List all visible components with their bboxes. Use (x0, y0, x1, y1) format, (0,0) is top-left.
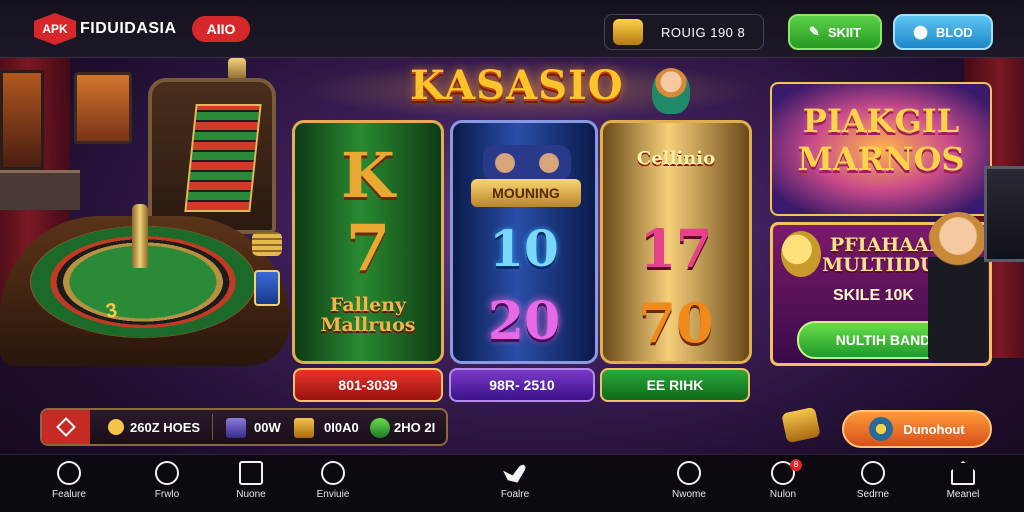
refresh-icon (321, 461, 345, 485)
treasure-chest-icon[interactable] (781, 406, 821, 444)
nav-item-frwlo[interactable]: Frwlo (132, 461, 202, 509)
coin-icon (108, 419, 124, 435)
timer-icon (861, 461, 885, 485)
reel-banner: MOUNING (471, 179, 581, 207)
nav-label: Nulon (769, 489, 797, 500)
logo-text: APK (42, 22, 68, 36)
reel-symbol: Cellinio (636, 148, 716, 169)
chip-stack-icon (252, 232, 282, 256)
slot-reel-3[interactable]: Cellinio 17 70 (600, 120, 752, 364)
reel-3-bet-button[interactable]: EE RIHK (600, 368, 750, 402)
roulette-board (184, 104, 262, 212)
reel-symbol: 70 (638, 291, 714, 355)
blod-button[interactable]: ⬤ BLOD (893, 14, 993, 50)
arcade-screen (74, 72, 132, 144)
cube-icon (226, 418, 246, 438)
nav-item-enviuie[interactable]: Enviuie (298, 461, 368, 509)
skiit-button-label: SKIIT (827, 24, 862, 40)
nav-label: Foalre (500, 489, 530, 500)
bird-icon (503, 463, 527, 483)
reel-symbol: 17 (639, 219, 713, 280)
machine-console (0, 170, 80, 210)
clock-icon (677, 461, 701, 485)
top-bar: APK FIDUIDASIA AIIO ROUIG 190 8 ✎ SKIIT … (0, 0, 1024, 58)
wallet-balance[interactable]: ROUIG 190 8 (604, 14, 764, 50)
reel-symbol: K (341, 139, 395, 212)
blod-button-label: BLOD (935, 24, 973, 40)
host-avatar (928, 212, 988, 362)
nav-item-nuone[interactable]: Nuone (216, 461, 286, 509)
gem-icon (370, 418, 390, 438)
casino-app: APK FIDUIDASIA AIIO ROUIG 190 8 ✎ SKIIT … (0, 0, 1024, 512)
slot-reel-2[interactable]: MOUNING 10 20 (450, 120, 598, 364)
promo-banner-1[interactable]: PIAKGIL MARNOS (770, 82, 992, 216)
nav-label: Nwome (672, 489, 706, 500)
card-icon (254, 270, 280, 306)
chest-icon (294, 418, 314, 438)
skiit-button[interactable]: ✎ SKIIT (788, 14, 882, 50)
deposit-button[interactable]: Dunohout (842, 410, 992, 448)
promo-1-title: PIAKGIL MARNOS (797, 102, 965, 178)
nav-item-sedrne[interactable]: Sedrne (838, 461, 908, 509)
nav-item-meanel[interactable]: Meanel (928, 461, 998, 509)
diamond-icon[interactable] (42, 410, 90, 444)
info-item-3: 0I0A0 (324, 420, 359, 435)
drop-icon: ⬤ (913, 24, 928, 39)
lamp-icon (228, 58, 246, 80)
chat-icon (57, 461, 81, 485)
side-monitor (984, 166, 1024, 262)
bottom-nav: Fealure Frwlo Nuone Enviuie Foalre Nwome… (0, 454, 1024, 512)
lock-icon (613, 19, 643, 45)
reel-2-bet-button[interactable]: 98R- 2510 (449, 368, 595, 402)
brand-badge: AIIO (192, 16, 250, 42)
nav-item-foalre[interactable]: Foalre (480, 461, 550, 509)
info-bar: 260Z HOES 00W 0I0A0 2HO 2I (40, 408, 448, 446)
reel-symbol: Falleny Mallruos (320, 294, 416, 336)
nav-label: Frwlo (154, 489, 180, 500)
wheel-spindle (132, 204, 148, 268)
nav-item-nwome[interactable]: Nwome (654, 461, 724, 509)
notification-badge: 8 (790, 459, 802, 471)
coin-balance: 260Z HOES (130, 420, 201, 435)
coins-icon (781, 231, 821, 277)
info-item-2: 00W (254, 420, 281, 435)
promo-2-subtitle: SKILE 10K (833, 287, 914, 304)
slot-reel-1[interactable]: K 7 Falleny Mallruos (292, 120, 444, 364)
reel-1-bet-button[interactable]: 801-3039 (293, 368, 443, 402)
home-icon (951, 461, 975, 485)
box-icon (239, 461, 263, 485)
nav-item-nulon[interactable]: 8 Nulon (748, 459, 818, 509)
reel-symbol: 10 (489, 219, 559, 278)
mascot-avatar (652, 68, 690, 114)
nav-label: Sedrne (856, 489, 890, 500)
nav-label: Meanel (946, 489, 980, 500)
nav-item-fealure[interactable]: Fealure (34, 461, 104, 509)
wallet-text: ROUIG 190 8 (661, 25, 746, 40)
globe-icon (869, 417, 894, 441)
reel-symbol: 20 (487, 291, 561, 352)
game-title: KASASIO (410, 62, 624, 109)
divider (212, 414, 213, 440)
info-item-4: 2HO 2I (394, 420, 436, 435)
deposit-button-label: Dunohout (903, 421, 965, 437)
nav-label: Nuone (236, 489, 266, 500)
brand-name: FIDUIDASIA (80, 20, 177, 37)
search-icon (155, 461, 179, 485)
arcade-machine-left (0, 70, 44, 170)
brand-logo-icon[interactable]: APK (34, 13, 76, 45)
reel-symbol: 7 (345, 211, 391, 286)
nav-label: Fealure (52, 489, 86, 500)
pencil-icon: ✎ (808, 24, 820, 39)
characters-icon (483, 145, 571, 181)
nav-label: Enviuie (316, 489, 350, 500)
